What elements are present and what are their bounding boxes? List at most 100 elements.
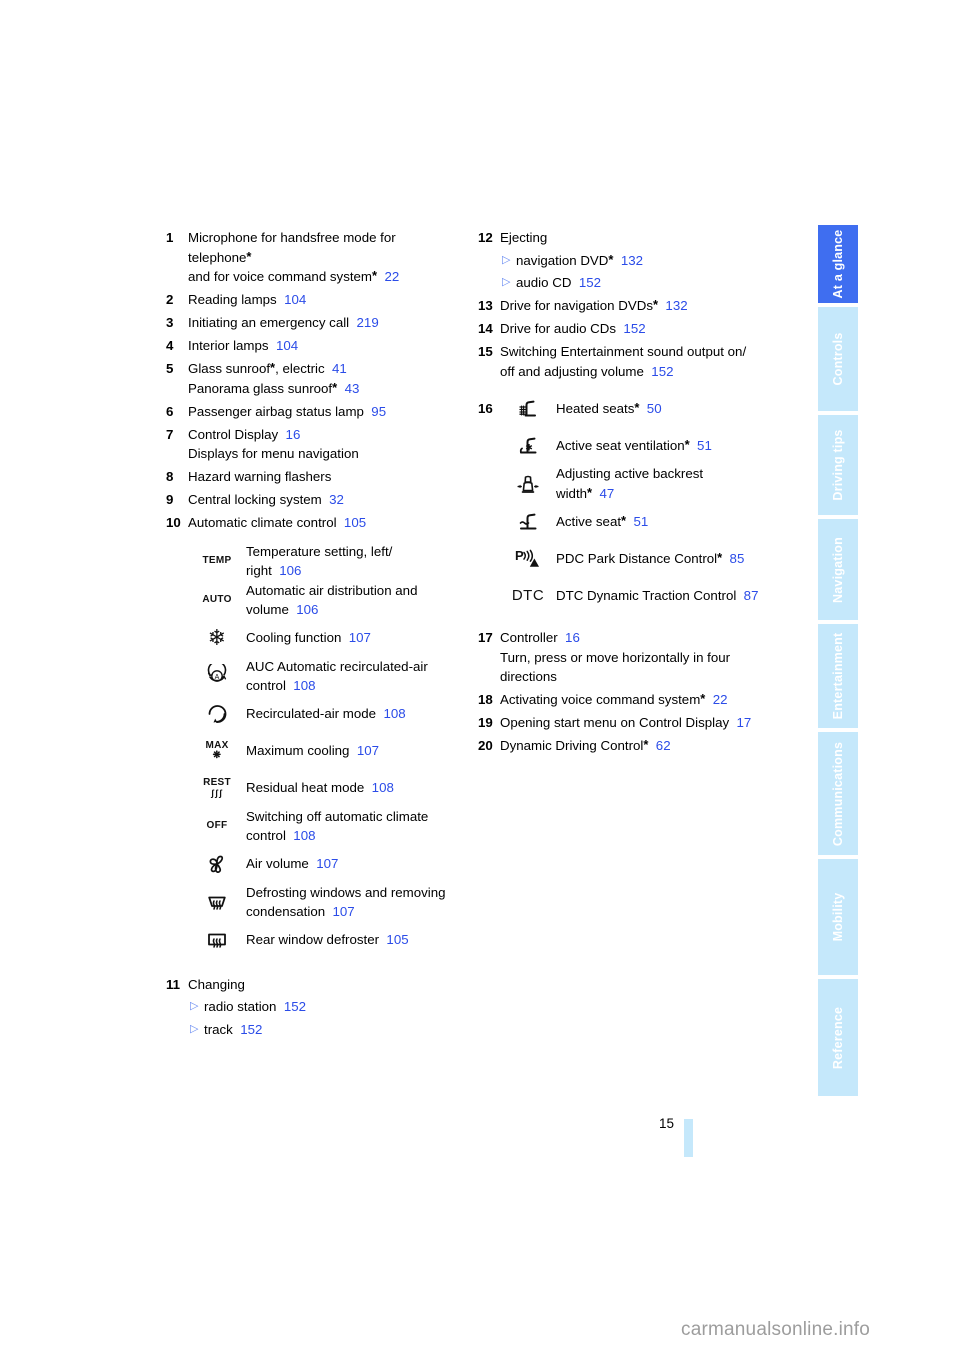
manual-entry[interactable]: 13 Drive for navigation DVDs* 132 [478, 296, 798, 316]
page-reference[interactable]: 106 [272, 563, 301, 578]
page-reference[interactable]: 108 [286, 828, 315, 843]
manual-entry[interactable]: 2 Reading lamps 104 [166, 290, 466, 310]
residual-heat-icon: REST ʃʃʃ [203, 777, 231, 798]
entry-text: Opening start menu on Control Display 17 [500, 713, 798, 733]
entry-number: 6 [166, 403, 174, 419]
page-reference[interactable]: 105 [379, 932, 408, 947]
sidebar-tab-navigation[interactable]: Navigation [818, 519, 858, 620]
icon-entry-label: Air volume 107 [246, 856, 339, 872]
page-reference[interactable]: 85 [722, 551, 745, 566]
sidebar-tab-driving-tips[interactable]: Driving tips [818, 415, 858, 515]
page-reference[interactable]: 104 [277, 292, 306, 307]
sidebar-tab-reference[interactable]: Reference [818, 979, 858, 1096]
manual-entry[interactable]: 7 Control Display 16 Displays for menu nav… [166, 425, 466, 464]
page-reference[interactable]: 43 [337, 381, 360, 396]
icon-entry-row[interactable]: DTC DTC Dynamic Traction Control 87 [500, 577, 798, 614]
manual-entry[interactable]: 14 Drive for audio CDs 152 [478, 319, 798, 339]
page-reference[interactable]: 107 [341, 630, 371, 645]
manual-entry[interactable]: 8 Hazard warning flashers [166, 467, 466, 487]
icon-entry-row[interactable]: Recirculated-air mode 108 [188, 696, 466, 733]
manual-entry[interactable]: 19 Opening start menu on Control Display … [478, 713, 798, 733]
sub-list-item[interactable]: ▷ track 152 [188, 1020, 466, 1040]
page-reference[interactable]: 41 [325, 361, 347, 376]
icon-entry-row[interactable]: P PDC Park Distance Control* 85 [500, 540, 798, 577]
entry-number: 3 [166, 315, 174, 330]
page-reference[interactable]: 32 [322, 492, 344, 507]
page-reference[interactable]: 50 [639, 401, 662, 416]
page-reference[interactable]: 87 [736, 588, 759, 603]
icon-entry-row[interactable]: ❄ Cooling function 107 [188, 620, 466, 657]
entry-text: Controller 16 Turn, press or move horizon… [500, 628, 798, 687]
manual-entry[interactable]: 5 Glass sunroof*, electric 41 Panorama gla… [166, 359, 466, 398]
page-reference[interactable]: 104 [269, 338, 298, 353]
icon-entry-row[interactable]: A AUC Automatic recirculated-air control 1… [188, 657, 466, 696]
icon-entry-row[interactable]: Adjusting active backrest width* 47 [500, 464, 798, 503]
sub-list-item[interactable]: ▷ radio station 152 [188, 997, 466, 1017]
page-reference[interactable]: 16 [278, 427, 301, 442]
icon-entry-row[interactable]: Active seat* 51 [500, 503, 798, 540]
optional-equipment-asterisk: * [700, 691, 706, 706]
page-reference[interactable]: 152 [571, 275, 601, 290]
page-reference[interactable]: 95 [364, 404, 386, 419]
page-reference[interactable]: 152 [616, 321, 645, 336]
page-reference[interactable]: 219 [349, 315, 379, 330]
page-reference[interactable]: 105 [337, 515, 366, 530]
page-reference[interactable]: 16 [558, 630, 580, 645]
page-reference[interactable]: 132 [613, 253, 643, 268]
sidebar-tab-entertainment[interactable]: Entertainment [818, 624, 858, 728]
sidebar-tab-controls[interactable]: Controls [818, 307, 858, 411]
icon-entry-row[interactable]: AUTO Automatic air distribution and volume… [188, 581, 466, 620]
page-reference[interactable]: 152 [276, 999, 306, 1014]
manual-entry[interactable]: 20 Dynamic Driving Control* 62 [478, 736, 798, 756]
icon-entry-row[interactable]: ✱ Active seat ventilation* 51 [500, 427, 798, 464]
page-reference[interactable]: 47 [592, 486, 614, 501]
manual-entry[interactable]: 3 Initiating an emergency call 219 [166, 313, 466, 333]
manual-entry[interactable]: 17 Controller 16 Turn, press or move horiz… [478, 628, 798, 687]
icon-entry-row[interactable]: Defrosting windows and removing condensat… [188, 883, 466, 922]
icon-entry-row[interactable]: Air volume 107 [188, 846, 466, 883]
page-reference[interactable]: 62 [648, 738, 671, 753]
page-reference[interactable]: 51 [626, 514, 648, 529]
icon-entry-row[interactable]: Heated seats* 50 [500, 390, 798, 427]
manual-entry[interactable]: 4 Interior lamps 104 [166, 336, 466, 356]
page-reference[interactable]: 106 [289, 602, 318, 617]
pdc-park-distance-icon: P [500, 547, 556, 571]
sub-list-item[interactable]: ▷ audio CD 152 [500, 273, 798, 293]
manual-entry[interactable]: 18 Activating voice command system* 22 [478, 690, 798, 710]
icon-entry-row[interactable]: OFF Switching off automatic climate contro… [188, 807, 466, 846]
page-reference[interactable]: 17 [729, 715, 752, 730]
icon-entry-row[interactable]: MAX ❋ Maximum cooling 107 [188, 733, 466, 770]
sidebar-tab-mobility[interactable]: Mobility [818, 859, 858, 975]
entry-text: Microphone for handsfree mode for telepho… [188, 228, 466, 287]
manual-entry[interactable]: 15 Switching Entertainment sound output o… [478, 342, 798, 381]
manual-entry[interactable]: 12 Ejecting ▷ navigation DVD* 132 ▷ audio CD … [478, 228, 798, 293]
page-reference[interactable]: 51 [690, 438, 712, 453]
page-reference[interactable]: 152 [644, 364, 673, 379]
page-reference[interactable]: 108 [376, 706, 405, 721]
icon-entry-label: Switching off automatic climate control 1… [246, 808, 429, 844]
page-reference[interactable]: 22 [377, 269, 399, 284]
manual-entry[interactable]: 10 Automatic climate control 105 [166, 513, 466, 533]
sub-list-item[interactable]: ▷ navigation DVD* 132 [500, 251, 798, 271]
page-reference[interactable]: 132 [658, 298, 687, 313]
entry-text: Control Display 16 Displays for menu navi… [188, 425, 466, 464]
page-reference[interactable]: 108 [364, 780, 394, 795]
manual-entry[interactable]: 11 Changing ▷ radio station 152 ▷ track 152 [166, 975, 466, 1040]
manual-entry[interactable]: 9 Central locking system 32 [166, 490, 466, 510]
sidebar-tab-at-a-glance[interactable]: At a glance [818, 225, 858, 303]
climate-control-icon-list: TEMP Temperature setting, left/right 106 A… [188, 542, 466, 959]
page-reference[interactable]: 108 [286, 678, 315, 693]
auc-recirculation-icon: A [188, 664, 246, 688]
icon-entry-row[interactable]: TEMP Temperature setting, left/right 106 [188, 542, 466, 581]
icon-entry-row[interactable]: REST ʃʃʃ Residual heat mode 108 [188, 770, 466, 807]
manual-entry[interactable]: 6 Passenger airbag status lamp 95 [166, 402, 466, 422]
page-reference[interactable]: 152 [233, 1022, 262, 1037]
sidebar-tab-communications[interactable]: Communications [818, 732, 858, 855]
manual-entry[interactable]: 1 Microphone for handsfree mode for teleph… [166, 228, 466, 287]
page-reference[interactable]: 107 [349, 743, 379, 758]
page-reference[interactable]: 22 [705, 692, 728, 707]
page-reference[interactable]: 107 [325, 904, 354, 919]
page-reference[interactable]: 107 [309, 856, 338, 871]
entry-text: Drive for audio CDs 152 [500, 319, 798, 339]
icon-entry-row[interactable]: Rear window defroster 105 [188, 922, 466, 959]
